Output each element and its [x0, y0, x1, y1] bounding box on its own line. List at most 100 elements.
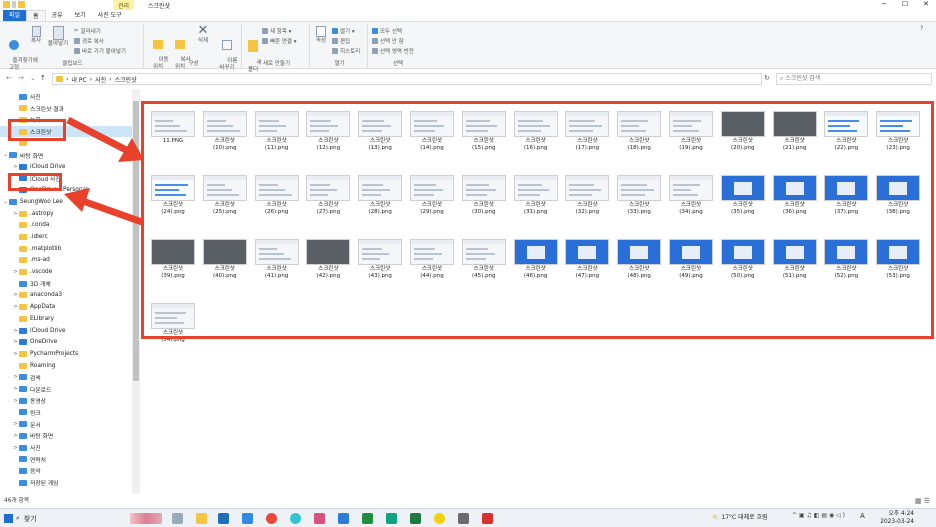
sidebar-item[interactable]: > 바탕 화면 — [0, 430, 132, 441]
easy-access-button[interactable]: 빠른 연결 ▾ — [262, 37, 297, 45]
system-tray-icons[interactable]: ^ ▣ ♫ ◧ ▤ ◉ ◁ ) — [792, 512, 845, 519]
breadcrumb-pictures[interactable]: 사진 — [95, 75, 106, 84]
sidebar-item[interactable]: .matplotlib — [0, 243, 132, 254]
edge-icon[interactable] — [242, 513, 253, 524]
chevron-icon[interactable]: > — [12, 211, 19, 217]
paste-button[interactable]: 붙여넣기 — [46, 26, 70, 48]
select-none-button[interactable]: 선택 안 함 — [372, 37, 404, 45]
chevron-icon[interactable]: > — [12, 304, 19, 310]
sidebar-item[interactable]: > anaconda3 — [0, 290, 132, 301]
chevron-icon[interactable]: > — [12, 339, 19, 345]
task-view-icon[interactable] — [172, 513, 183, 524]
sidebar-item[interactable]: > 동영상 — [0, 395, 132, 406]
sidebar-item[interactable]: 음악 — [0, 465, 132, 476]
chevron-icon[interactable]: > — [12, 398, 19, 404]
help-icon[interactable]: ? — [920, 25, 923, 32]
chevron-icon[interactable]: > — [12, 433, 19, 439]
sidebar-item[interactable]: > iCloud Drive — [0, 325, 132, 336]
paste-shortcut-button[interactable]: 바로 가기 붙여넣기 — [74, 47, 126, 55]
tab-share[interactable]: 공유 — [46, 10, 69, 21]
sidebar-item[interactable]: 저장된 게임 — [0, 477, 132, 488]
sidebar-item[interactable]: > OneDrive — [0, 337, 132, 348]
new-folder-icon[interactable] — [18, 1, 25, 8]
chevron-icon[interactable]: > — [12, 445, 19, 451]
chevron-icon[interactable]: ⌄ — [2, 199, 9, 205]
sidebar-item[interactable]: > 다운로드 — [0, 384, 132, 395]
tab-view[interactable]: 보기 — [69, 10, 92, 21]
sidebar-item[interactable]: > .vscode — [0, 267, 132, 278]
app-icon-4[interactable] — [458, 513, 469, 524]
sidebar-item[interactable]: > 문서 — [0, 419, 132, 430]
open-button[interactable]: 열기 ▾ — [332, 27, 355, 35]
taskbar-search[interactable]: ⌕ 찾기 — [16, 511, 136, 526]
history-button[interactable]: 히스토리 — [332, 47, 360, 55]
search-highlight-icon[interactable] — [130, 513, 162, 524]
chevron-icon[interactable]: > — [12, 269, 19, 275]
copy-button[interactable]: 복사 — [28, 26, 44, 45]
new-item-button[interactable]: 새 항목 ▾ — [262, 27, 291, 35]
sidebar-item-label: iCloud Drive — [30, 327, 66, 334]
maximize-button[interactable]: ☐ — [897, 0, 913, 8]
excel-icon[interactable] — [410, 513, 421, 524]
properties-button[interactable]: 속성 — [314, 26, 328, 45]
file-explorer-icon[interactable] — [196, 513, 207, 524]
app-icon-1[interactable] — [290, 513, 301, 524]
invert-selection-button[interactable]: 선택 영역 반전 — [372, 47, 414, 55]
sidebar-item[interactable]: > 사진 — [0, 442, 132, 453]
sidebar-item[interactable]: > AppData — [0, 302, 132, 313]
sidebar-item[interactable]: 3D 개체 — [0, 278, 132, 289]
sidebar-item[interactable]: ELibrary — [0, 313, 132, 324]
chevron-icon[interactable]: ⌄ — [2, 152, 9, 158]
app-icon-3[interactable] — [386, 513, 397, 524]
sidebar-item[interactable]: 사진 — [0, 91, 132, 102]
back-button[interactable]: ← — [6, 74, 12, 82]
breadcrumb-this-pc[interactable]: 내 PC — [71, 75, 86, 84]
app-icon-2[interactable] — [314, 513, 325, 524]
refresh-button[interactable]: ↻ — [764, 74, 770, 82]
cut-button[interactable]: ✂ 잘라내기 — [74, 27, 101, 35]
new-item-icon — [262, 28, 268, 34]
sidebar-item[interactable]: 연락처 — [0, 454, 132, 465]
address-bar[interactable]: › 내 PC › 사진 › 스크린샷 — [52, 73, 762, 85]
chrome-icon[interactable] — [266, 513, 277, 524]
sidebar-item[interactable]: > 검색 — [0, 372, 132, 383]
minimize-button[interactable]: − — [876, 0, 892, 8]
manage-context-label[interactable]: 관리 — [113, 0, 135, 10]
forward-button[interactable]: → — [18, 74, 24, 82]
chevron-icon[interactable]: > — [12, 421, 19, 427]
select-all-button[interactable]: 모두 선택 — [372, 27, 402, 35]
chevron-icon[interactable]: > — [12, 386, 19, 392]
chevron-icon[interactable]: > — [12, 374, 19, 380]
tab-picture-tools[interactable]: 사진 도구 — [92, 10, 128, 21]
sidebar-item[interactable]: Roaming — [0, 360, 132, 371]
vscode-icon[interactable] — [338, 513, 349, 524]
sidebar-item[interactable]: .ms-ad — [0, 255, 132, 266]
kakaotalk-icon[interactable] — [434, 513, 445, 524]
close-button[interactable]: ✕ — [918, 0, 934, 8]
breadcrumb-screenshots[interactable]: 스크린샷 — [115, 75, 137, 84]
delete-button[interactable]: ✕ 삭제 — [194, 24, 212, 45]
recent-locations-button[interactable]: ⌄ — [30, 74, 36, 82]
tab-home[interactable]: 홈 — [26, 10, 46, 21]
pycharm-icon[interactable] — [362, 513, 373, 524]
store-icon[interactable] — [218, 513, 229, 524]
app-icon-5[interactable] — [482, 513, 493, 524]
clock[interactable]: 오후 4:24 2023-03-24 — [880, 510, 914, 526]
weather-widget[interactable]: ⛅ 17°C 대체로 흐림 — [712, 512, 768, 521]
tab-file[interactable]: 파일 — [3, 10, 27, 21]
chevron-icon[interactable]: > — [12, 164, 19, 170]
sidebar-item[interactable]: 링크 — [0, 407, 132, 418]
chevron-icon[interactable]: > — [12, 328, 19, 334]
view-toggle-icons[interactable]: ▦ ☰ — [915, 494, 930, 508]
sidebar-item[interactable]: > PycharmProjects — [0, 348, 132, 359]
copy-icon — [31, 26, 41, 37]
search-input[interactable]: ⌕ 스크린샷 검색 — [776, 73, 932, 85]
edit-button[interactable]: 편집 — [332, 37, 350, 45]
start-windows-icon[interactable] — [4, 514, 13, 523]
copy-path-button[interactable]: 경로 복사 — [74, 37, 104, 45]
chevron-icon[interactable]: > — [12, 351, 19, 357]
input-language[interactable]: A — [860, 512, 865, 520]
chevron-icon[interactable]: > — [12, 292, 19, 298]
up-button[interactable]: ↑ — [40, 74, 46, 82]
title-bar: 관리 스크린샷 − ☐ ✕ — [0, 0, 936, 10]
